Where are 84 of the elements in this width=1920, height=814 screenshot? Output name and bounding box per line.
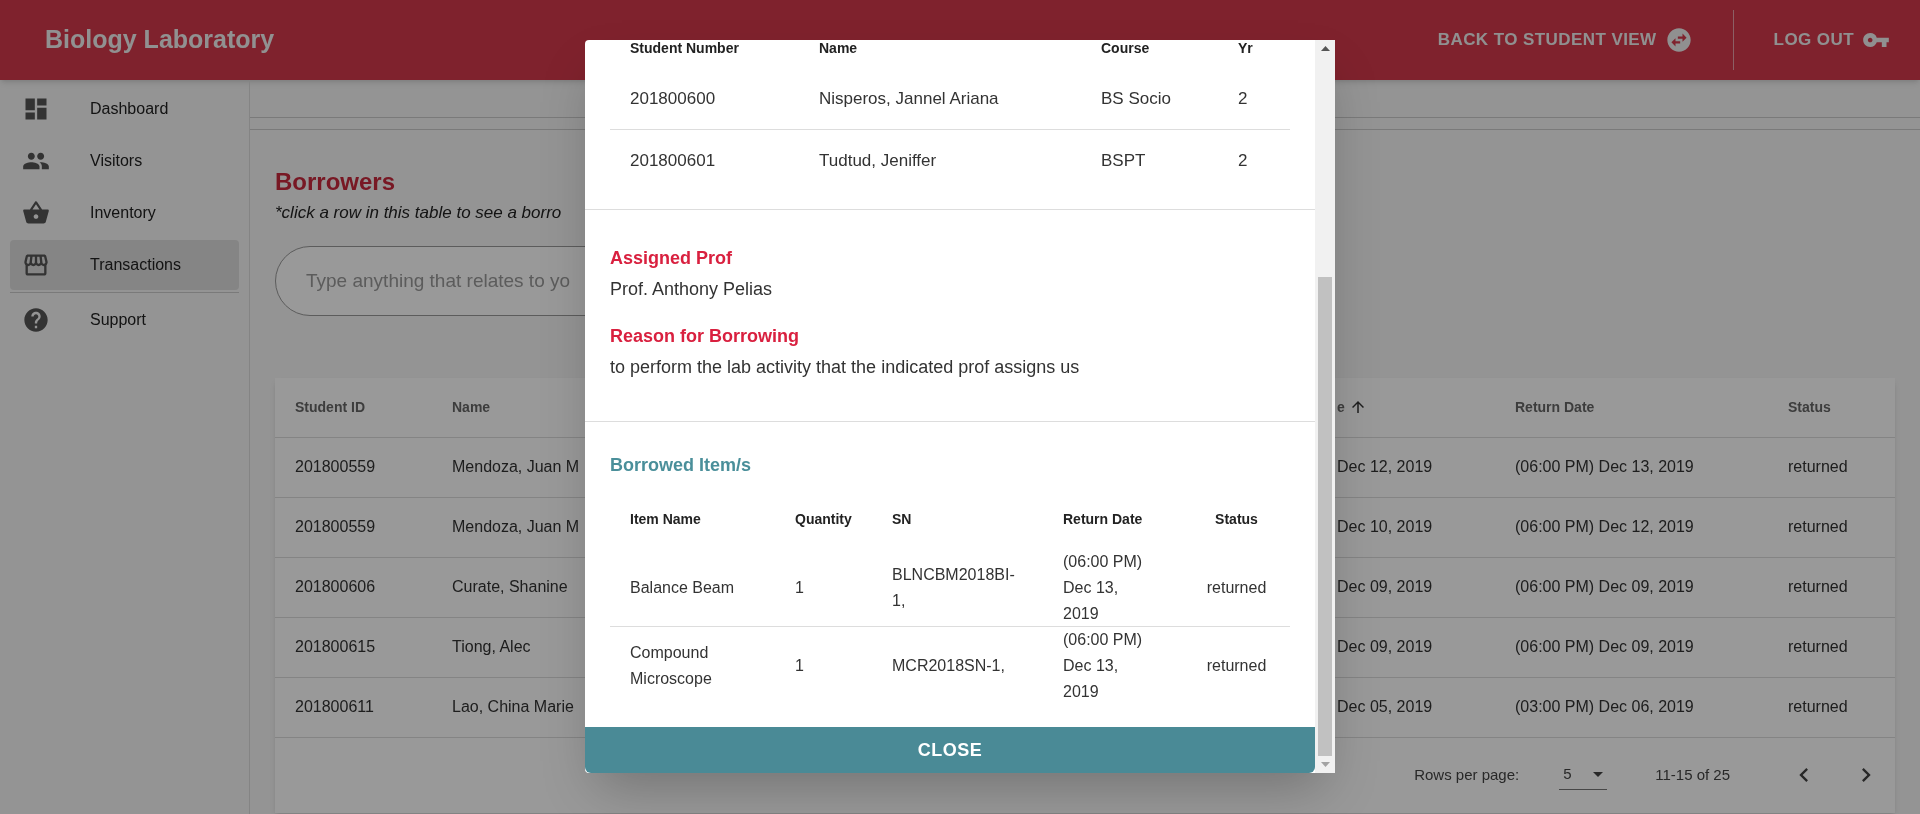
- page-heading: Borrowers: [275, 167, 396, 197]
- help-icon: [22, 306, 50, 334]
- table-cell: 201800559: [295, 518, 376, 535]
- column-header[interactable]: Name: [452, 396, 491, 418]
- table-cell: Mendoza, Juan M: [452, 518, 580, 535]
- column-header: Yr: [1238, 40, 1253, 56]
- table-cell: Curate, Shanine: [452, 578, 568, 595]
- column-header: Item Name: [630, 510, 701, 527]
- table-cell: returned: [1788, 518, 1848, 535]
- swap-icon: [1664, 26, 1693, 54]
- column-header: Quantity: [795, 510, 852, 527]
- table-cell: BSPT: [1101, 151, 1146, 171]
- table-cell: returned: [1788, 578, 1848, 595]
- column-header[interactable]: Status: [1788, 396, 1831, 418]
- scrollbar[interactable]: [1315, 40, 1335, 773]
- scrollbar-thumb[interactable]: [1318, 277, 1332, 756]
- scroll-up-icon: [1320, 46, 1330, 51]
- table-cell: Dec 09, 2019: [1337, 578, 1433, 595]
- rows-per-page-label: Rows per page:: [1414, 764, 1520, 785]
- table-cell: returned: [1788, 458, 1848, 475]
- column-header[interactable]: Student ID: [295, 396, 365, 418]
- table-cell: 201800601: [630, 151, 716, 171]
- table-cell-text: BLNCBM2018BI-1,: [892, 564, 1016, 611]
- page-range: 11-15 of 25: [1655, 764, 1730, 785]
- column-header: SN: [892, 510, 912, 527]
- column-header: Status: [1215, 510, 1258, 527]
- table-cell-text: (06:00 PM) Dec 13, 2019: [1063, 630, 1144, 702]
- table-cell: (06:00 PM) Dec 12, 2019: [1515, 518, 1694, 535]
- column-header[interactable]: e: [1337, 396, 1345, 418]
- table-cell: 201800600: [630, 88, 716, 108]
- table-cell-text: Balance Beam: [630, 577, 736, 598]
- table-cell: (03:00 PM) Dec 06, 2019: [1515, 698, 1694, 715]
- table-cell: returned: [1788, 638, 1848, 655]
- table-cell: 201800559: [295, 458, 376, 475]
- table-cell: Dec 09, 2019: [1337, 638, 1433, 655]
- table-cell: 2: [1238, 88, 1248, 108]
- table-cell: Dec 12, 2019: [1337, 458, 1433, 475]
- reason-value: to perform the lab activity that the indicated prof assigns us: [610, 356, 1080, 379]
- header-action-button[interactable]: LOG OUT: [1773, 26, 1890, 54]
- table-cell-text: Compound Microscope: [630, 643, 713, 689]
- table-cell-text: 1: [795, 577, 805, 598]
- table-cell-text: MCR2018SN-1,: [892, 656, 1006, 676]
- rows-per-page-select[interactable]: 5: [1559, 760, 1608, 790]
- column-header[interactable]: Return Date: [1515, 396, 1595, 418]
- sidebar-item[interactable]: Visitors: [10, 136, 239, 186]
- table-cell: Dec 05, 2019: [1337, 698, 1433, 715]
- table-cell: (06:00 PM) Dec 13, 2019: [1515, 458, 1694, 475]
- table-cell: (06:00 PM) Dec 09, 2019: [1515, 638, 1694, 655]
- assigned-prof-value: Prof. Anthony Pelias: [610, 278, 773, 301]
- section-label: Reason for Borrowing: [610, 325, 799, 348]
- column-header: Student Number: [630, 40, 739, 56]
- table-cell-text: 1: [795, 656, 805, 676]
- table-cell: 201800606: [295, 578, 376, 595]
- header-action-button[interactable]: BACK TO STUDENT VIEW: [1437, 26, 1693, 54]
- close-button[interactable]: CLOSE: [585, 727, 1315, 773]
- table-cell: Nisperos, Jannel Ariana: [819, 88, 999, 108]
- scroll-down-icon: [1320, 762, 1330, 767]
- table-cell: 201800611: [295, 698, 374, 715]
- table-cell: (06:00 PM) Dec 09, 2019: [1515, 578, 1694, 595]
- dropdown-caret-icon: [1593, 772, 1604, 777]
- table-cell-text: returned: [1206, 577, 1267, 598]
- table-cell: 201800615: [295, 638, 376, 655]
- sidebar-item[interactable]: Dashboard: [10, 84, 239, 134]
- table-cell: Tiong, Alec: [452, 638, 531, 655]
- table-cell: returned: [1788, 698, 1848, 715]
- table-cell: Dec 10, 2019: [1337, 518, 1433, 535]
- table-cell: Tudtud, Jeniffer: [819, 151, 937, 171]
- sidebar-item[interactable]: Support: [10, 295, 239, 345]
- table-cell-text: returned: [1206, 656, 1267, 676]
- column-header: Course: [1101, 40, 1150, 56]
- section-heading: Borrowed Item/s: [610, 454, 753, 477]
- table-cell: BS Socio: [1101, 88, 1171, 108]
- column-header: Name: [819, 40, 858, 56]
- table-hint: *click a row in this table to see a borro: [275, 202, 562, 224]
- table-cell: Lao, China Marie: [452, 698, 574, 715]
- table-cell: 2: [1238, 151, 1248, 171]
- section-label: Assigned Prof: [610, 247, 733, 270]
- app-title: Biology Laboratory: [45, 24, 275, 56]
- basket-icon: [22, 199, 50, 227]
- table-cell-text: (06:00 PM) Dec 13, 2019: [1063, 551, 1144, 624]
- table-cell: Mendoza, Juan M: [452, 458, 580, 475]
- sidebar-item[interactable]: Inventory: [10, 188, 239, 238]
- sidebar-item[interactable]: Transactions: [10, 240, 239, 290]
- column-header: Return Date: [1063, 510, 1143, 527]
